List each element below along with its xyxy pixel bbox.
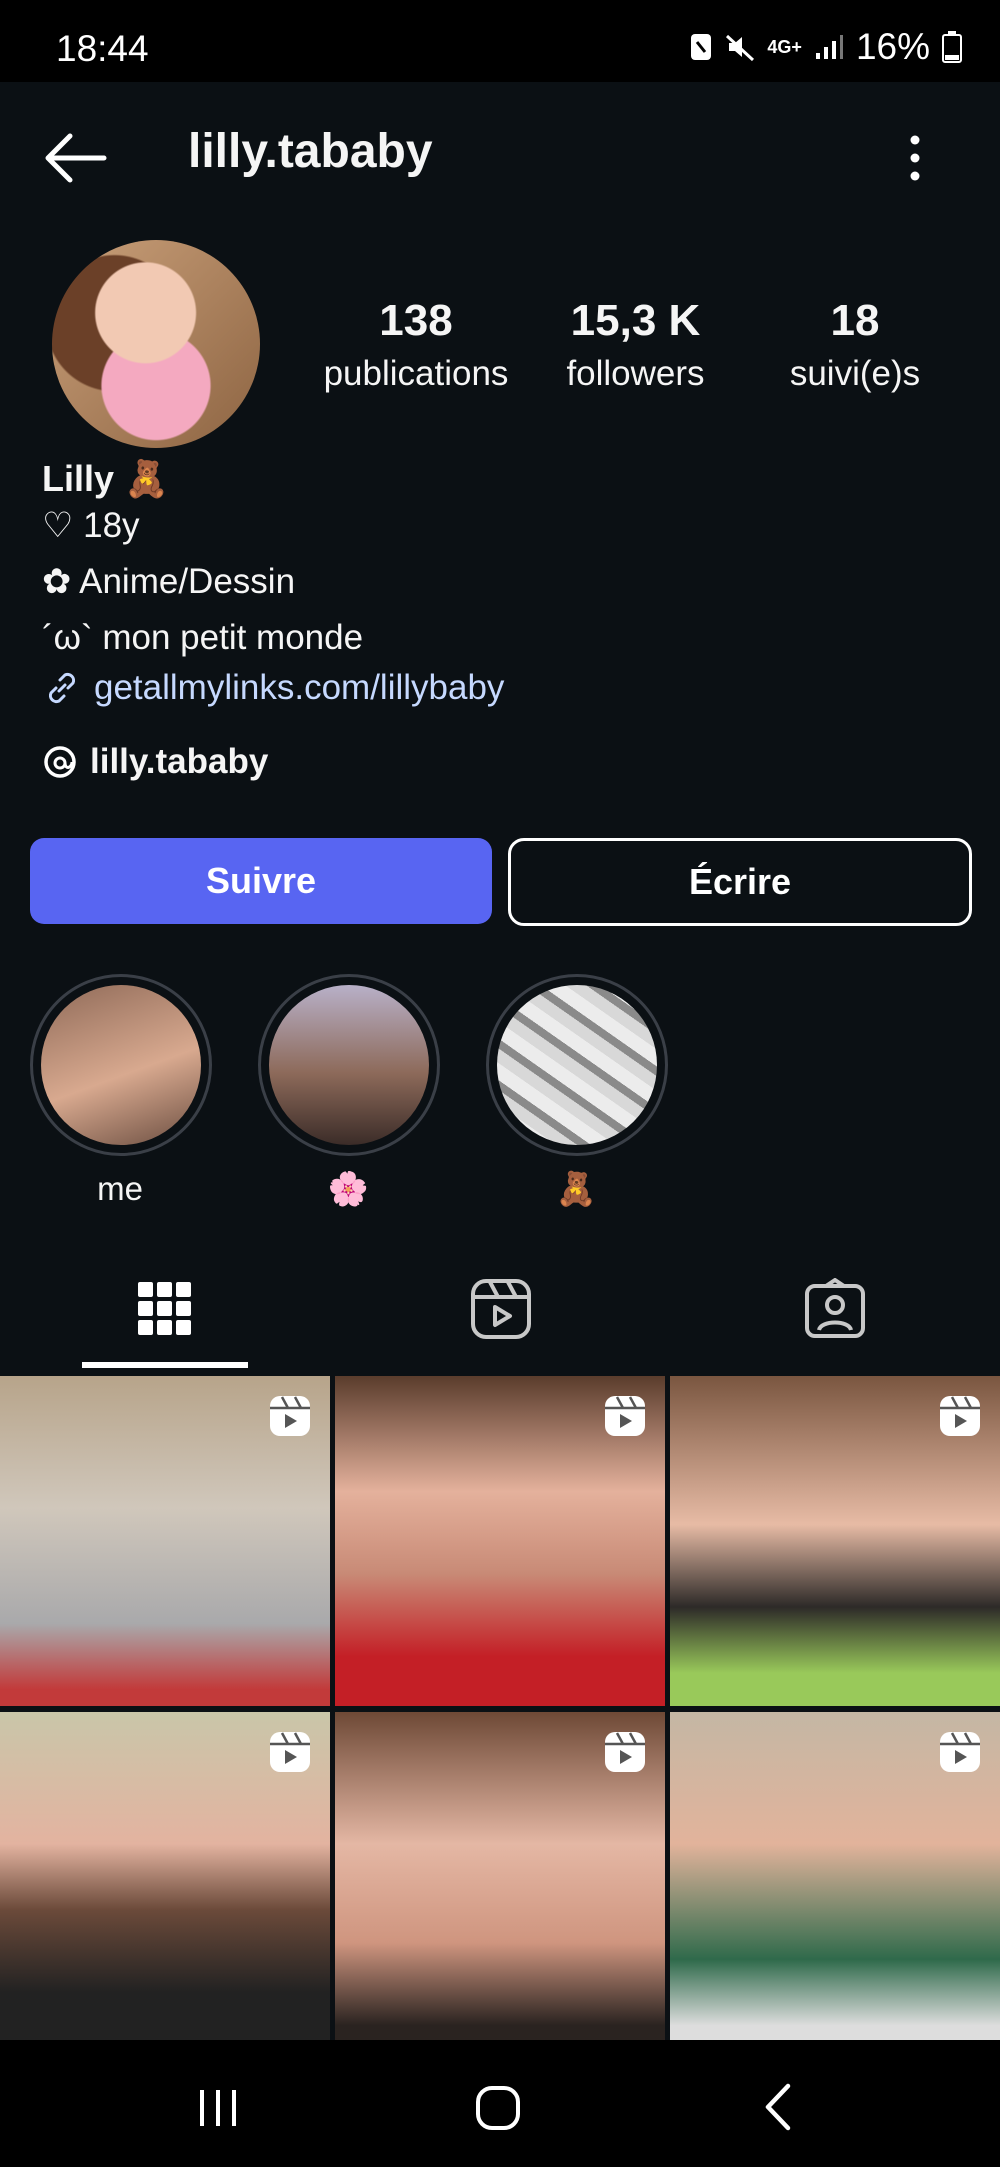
- chevron-left-icon: [765, 2083, 791, 2131]
- highlight-cover: [41, 985, 201, 1145]
- avatar[interactable]: [52, 240, 260, 448]
- home-icon: [476, 2086, 520, 2130]
- stat-label: followers: [566, 354, 705, 393]
- bio-line: ´ω` mon petit monde: [42, 618, 364, 657]
- story-highlight[interactable]: me: [30, 974, 212, 1210]
- network-type: 4G+: [767, 36, 802, 57]
- reel-icon: [270, 1396, 310, 1436]
- highlight-ring: [30, 974, 212, 1156]
- tab-tagged[interactable]: [752, 1270, 918, 1370]
- threads-username: lilly.tababy: [90, 742, 269, 781]
- stat-publications[interactable]: 138 publications: [305, 296, 527, 394]
- bio-link-text: getallmylinks.com/lillybaby: [94, 668, 505, 707]
- post-thumbnail[interactable]: [670, 1376, 1000, 1706]
- highlight-label: 🌸: [327, 1170, 369, 1207]
- reel-icon: [270, 1732, 310, 1772]
- tab-reels[interactable]: [418, 1270, 584, 1370]
- post-thumbnail[interactable]: [335, 1712, 665, 2042]
- grid-icon: [138, 1282, 191, 1335]
- message-button[interactable]: Écrire: [508, 838, 972, 926]
- recents-icon: [200, 2090, 236, 2126]
- story-highlight[interactable]: 🌸: [258, 974, 440, 1210]
- link-icon: [48, 672, 76, 704]
- mute-icon: [726, 34, 755, 62]
- status-bar: 18:44 4G+ 16%: [0, 0, 1000, 82]
- system-back-button[interactable]: [758, 2082, 798, 2137]
- bio-line: ♡ 18y: [42, 506, 140, 545]
- stat-followers[interactable]: 15,3 K followers: [548, 296, 723, 394]
- signal-icon: [815, 35, 843, 59]
- page-title: lilly.tababy: [188, 125, 433, 178]
- battery-percent: 16%: [855, 26, 930, 67]
- back-button[interactable]: [40, 128, 110, 188]
- post-thumbnail[interactable]: [335, 1376, 665, 1706]
- reels-icon: [471, 1279, 531, 1339]
- threads-icon: [44, 746, 76, 778]
- post-thumbnail[interactable]: [670, 1712, 1000, 2042]
- status-icons: 4G+ 16%: [689, 26, 962, 68]
- threads-badge[interactable]: lilly.tababy: [42, 742, 268, 782]
- stat-following[interactable]: 18 suivi(e)s: [770, 296, 940, 394]
- follow-button[interactable]: Suivre: [30, 838, 492, 924]
- stat-label: publications: [323, 354, 509, 393]
- reel-icon: [605, 1396, 645, 1436]
- reel-icon: [940, 1396, 980, 1436]
- highlight-label: me: [97, 1170, 143, 1207]
- active-tab-indicator: [82, 1362, 248, 1368]
- stat-value: 138: [379, 296, 453, 345]
- stat-value: 15,3 K: [570, 296, 701, 345]
- reel-icon: [605, 1732, 645, 1772]
- post-thumbnail[interactable]: [0, 1376, 330, 1706]
- bio-line: ✿ Anime/Dessin: [42, 562, 296, 601]
- stat-label: suivi(e)s: [789, 354, 921, 393]
- highlight-ring: [486, 974, 668, 1156]
- stat-value: 18: [830, 296, 880, 345]
- battery-icon: [942, 31, 962, 63]
- more-button[interactable]: [900, 128, 930, 188]
- back-arrow-icon: [45, 133, 107, 183]
- home-button[interactable]: [474, 2084, 522, 2137]
- tab-posts[interactable]: [82, 1270, 248, 1370]
- highlight-ring: [258, 974, 440, 1156]
- reel-icon: [940, 1732, 980, 1772]
- nfc-icon: [691, 34, 712, 60]
- recent-apps-button[interactable]: [196, 2088, 240, 2133]
- highlight-cover: [497, 985, 657, 1145]
- post-thumbnail[interactable]: [0, 1712, 330, 2042]
- tagged-icon: [805, 1278, 865, 1338]
- bio-link[interactable]: getallmylinks.com/lillybaby: [42, 668, 504, 708]
- profile-name: Lilly 🧸: [42, 458, 169, 499]
- status-time: 18:44: [56, 28, 149, 69]
- highlight-label: 🧸: [555, 1170, 597, 1207]
- highlight-cover: [269, 985, 429, 1145]
- story-highlight[interactable]: 🧸: [486, 974, 668, 1210]
- more-vertical-icon: [910, 135, 920, 181]
